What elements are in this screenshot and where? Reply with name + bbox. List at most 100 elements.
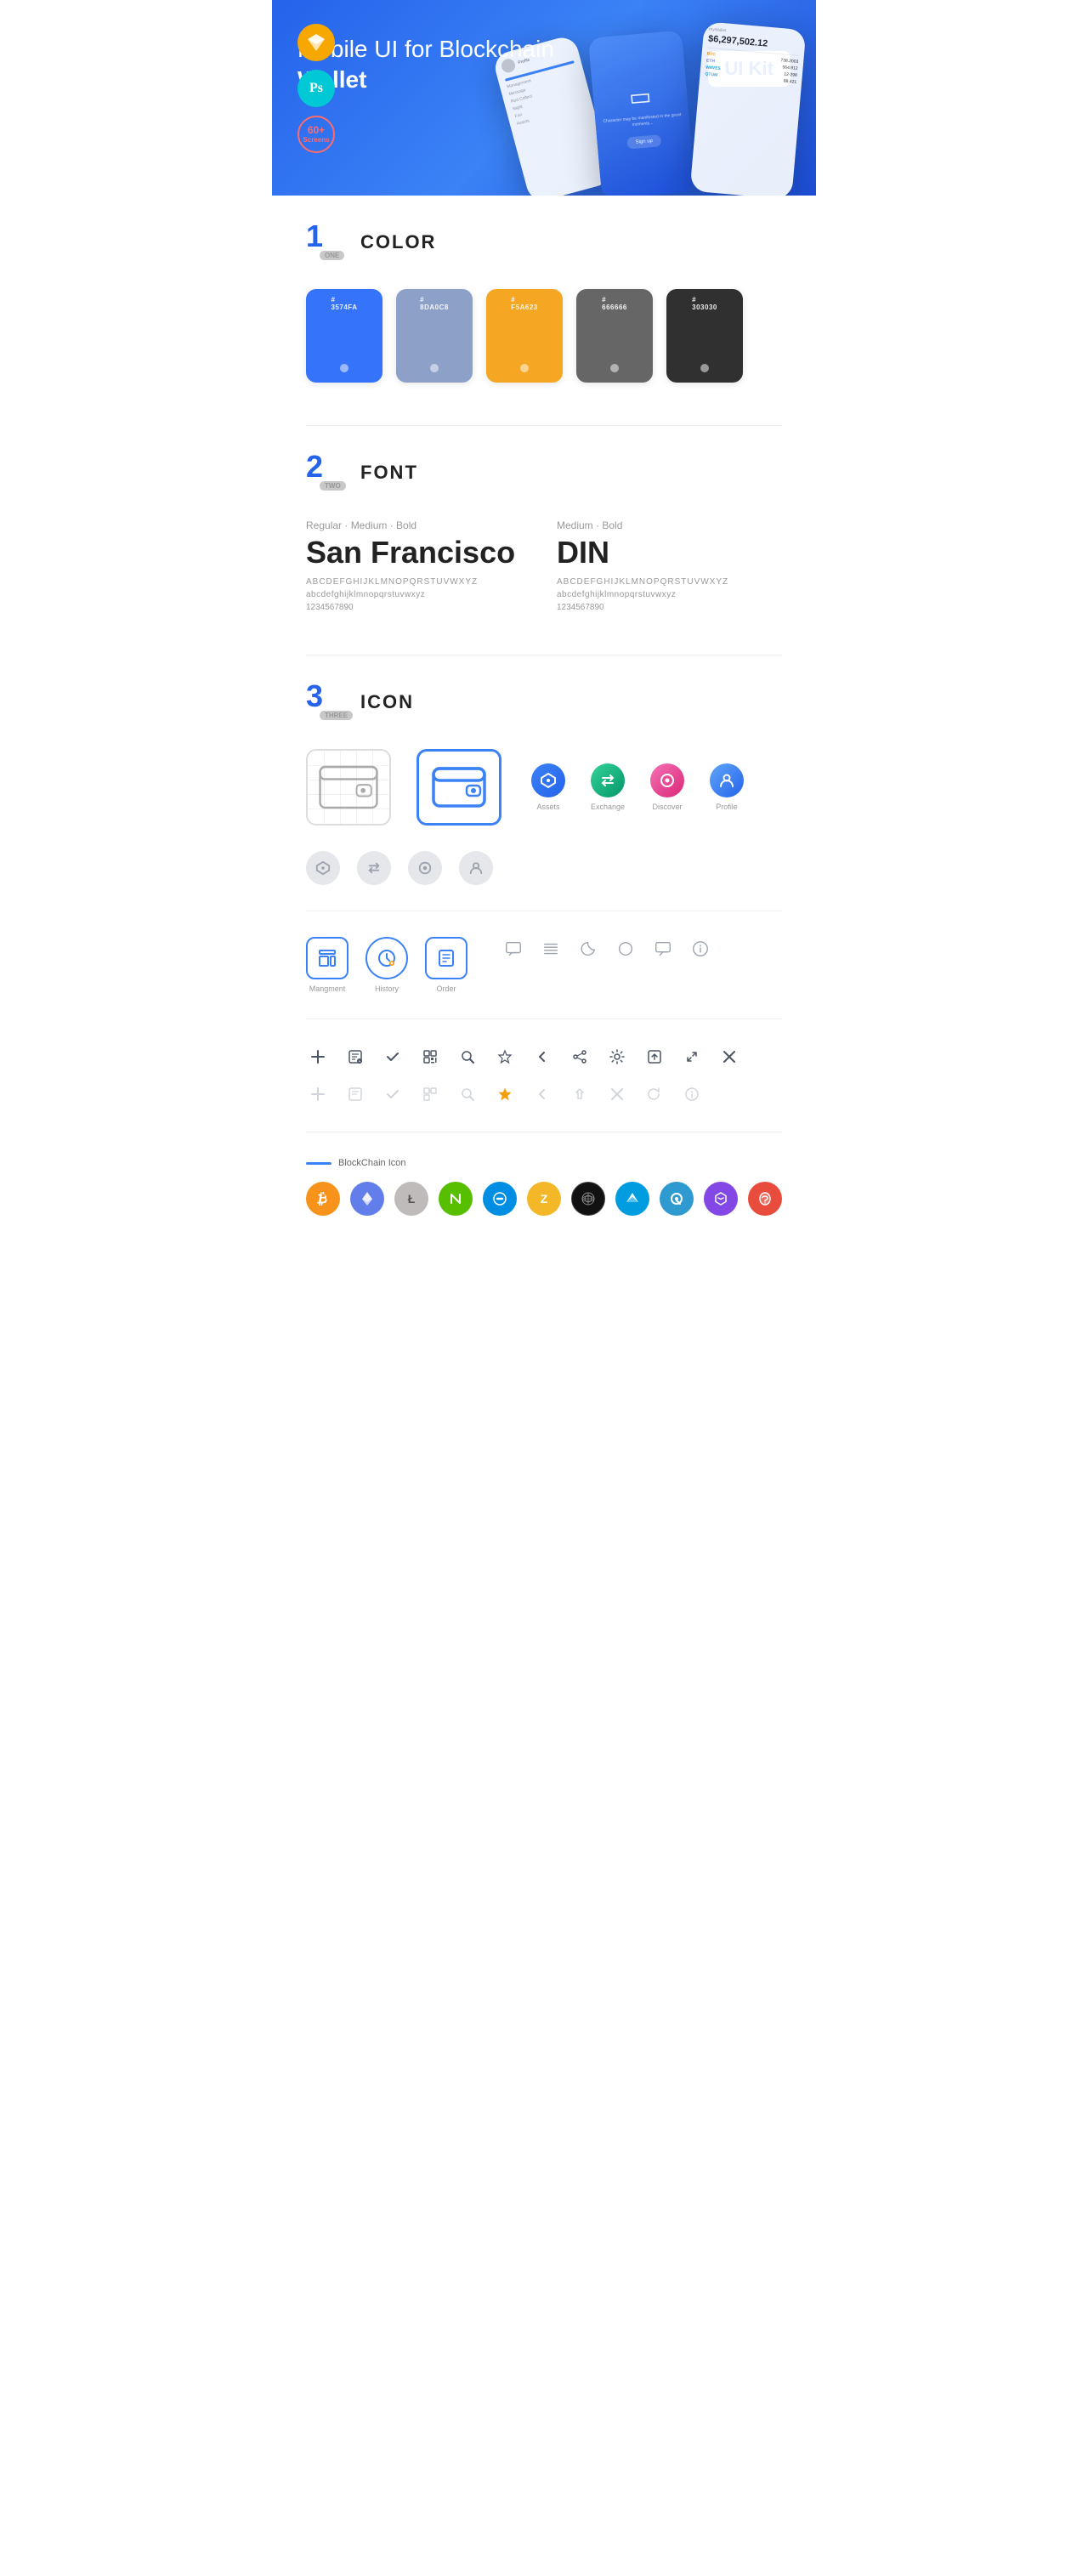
share-icon — [568, 1045, 592, 1069]
main-content: 1 ONE COLOR #3574FA #8DA0C8 #F5A623 #666… — [272, 196, 816, 1309]
history-icon — [366, 937, 408, 979]
profile-icon — [710, 763, 744, 797]
hero-badges: Ps 60+ Screens — [298, 24, 335, 153]
matic-icon — [704, 1182, 738, 1216]
share-gray-icon — [568, 1082, 592, 1106]
exchange-gray-icon — [357, 851, 391, 885]
divider-1 — [306, 425, 782, 426]
order-icon-item: Order — [425, 937, 468, 993]
assets-gray-icon — [306, 851, 340, 885]
qr-gray-icon — [418, 1082, 442, 1106]
discover-icon-item: Discover — [646, 763, 688, 811]
close-icon — [717, 1045, 741, 1069]
swatch-orange: #F5A623 — [486, 289, 563, 383]
font-section: 2 TWO FONT Regular · Medium · Bold San F… — [306, 451, 782, 612]
star-active-icon — [493, 1082, 517, 1106]
star-icon — [493, 1045, 517, 1069]
chat-icon — [502, 937, 525, 961]
extra-icons-row — [502, 937, 712, 961]
order-icon — [425, 937, 468, 979]
qr-icon — [418, 1045, 442, 1069]
icon-title: ICON — [360, 691, 414, 713]
chevron-left-icon — [530, 1045, 554, 1069]
btc-icon — [306, 1182, 340, 1216]
ps-badge: Ps — [298, 70, 335, 107]
ltc-icon: Ł — [394, 1182, 428, 1216]
management-icon-item: Mangment — [306, 937, 348, 993]
profile-gray-icon — [459, 851, 493, 885]
search-gray-icon — [456, 1082, 479, 1106]
check-gray-icon — [381, 1082, 405, 1106]
exchange-icon-item: Exchange — [586, 763, 629, 811]
zcash-icon: Z — [527, 1182, 561, 1216]
neo-icon — [439, 1182, 473, 1216]
wallet-outline-icon — [306, 749, 391, 826]
icon-mid-row: Mangment History — [306, 937, 782, 993]
color-section-num: 1 ONE — [306, 221, 348, 264]
settings-icon — [605, 1045, 629, 1069]
nav-icons-colored: Assets Exchange — [527, 763, 748, 811]
profile-icon-item: Profile — [706, 763, 748, 811]
icon-section-header: 3 THREE ICON — [306, 681, 782, 723]
divider-icons-2 — [306, 1018, 782, 1019]
speech-icon — [651, 937, 675, 961]
phone-mid: ▭ Character may be manifested in the gre… — [588, 31, 695, 196]
blockchain-line — [306, 1162, 332, 1165]
color-section: 1 ONE COLOR #3574FA #8DA0C8 #F5A623 #666… — [306, 221, 782, 383]
utility-icons-gray — [306, 1082, 782, 1106]
phone-mockups: Profile Management Message Red Collect N… — [493, 26, 816, 196]
swatch-dark: #303030 — [666, 289, 743, 383]
eth-icon — [350, 1182, 384, 1216]
discover-gray-icon — [408, 851, 442, 885]
management-icon — [306, 937, 348, 979]
chevron-left-gray-icon — [530, 1082, 554, 1106]
bottom-spacer — [306, 1258, 782, 1284]
circle-icon — [614, 937, 638, 961]
blockchain-label: BlockChain Icon — [338, 1158, 406, 1168]
check-icon — [381, 1045, 405, 1069]
icon-large-row: Assets Exchange — [306, 749, 782, 826]
edit-gray-icon — [343, 1082, 367, 1106]
font-title: FONT — [360, 462, 418, 484]
font-din: Medium · Bold DIN ABCDEFGHIJKLMNOPQRSTUV… — [557, 519, 782, 612]
swatch-gray: #666666 — [576, 289, 653, 383]
exchange-icon — [591, 763, 625, 797]
utility-icons-dark — [306, 1045, 782, 1069]
redo-gray-icon — [643, 1082, 666, 1106]
dash-icon — [483, 1182, 517, 1216]
sketch-badge — [298, 24, 335, 61]
icon-section-num: 3 THREE — [306, 681, 348, 723]
unknown-crypto-icon — [748, 1182, 782, 1216]
assets-icon-item: Assets — [527, 763, 570, 811]
wallet-blue-icon — [416, 749, 502, 826]
moon-icon — [576, 937, 600, 961]
phone-right: myWallet $6,297,502.12 BTC 738.2003 ETH … — [690, 21, 807, 196]
color-section-header: 1 ONE COLOR — [306, 221, 782, 264]
font-sf: Regular · Medium · Bold San Francisco AB… — [306, 519, 531, 612]
grid-icon — [571, 1182, 605, 1216]
hero-section: Mobile UI for Blockchain Wallet UI Kit P… — [272, 0, 816, 196]
info-icon — [688, 937, 712, 961]
qtum-icon — [660, 1182, 694, 1216]
blockchain-label-row: BlockChain Icon — [306, 1158, 782, 1168]
edit-icon — [343, 1045, 367, 1069]
history-icon-item: History — [366, 937, 408, 993]
upload-icon — [643, 1045, 666, 1069]
waves-icon — [615, 1182, 649, 1216]
swatch-blue: #3574FA — [306, 289, 382, 383]
plus-icon — [306, 1045, 330, 1069]
screens-badge: 60+ Screens — [298, 116, 335, 153]
search-icon — [456, 1045, 479, 1069]
discover-icon — [650, 763, 684, 797]
x-gray-icon — [605, 1082, 629, 1106]
nav-icons-gray — [306, 851, 782, 885]
stack-icon — [539, 937, 563, 961]
font-section-num: 2 TWO — [306, 451, 348, 494]
crypto-icons-row: Ł Z — [306, 1182, 782, 1216]
color-title: COLOR — [360, 231, 436, 253]
plus-gray-icon — [306, 1082, 330, 1106]
swatch-gray-blue: #8DA0C8 — [396, 289, 473, 383]
font-section-header: 2 TWO FONT — [306, 451, 782, 494]
font-grid: Regular · Medium · Bold San Francisco AB… — [306, 519, 782, 612]
resize-icon — [680, 1045, 704, 1069]
